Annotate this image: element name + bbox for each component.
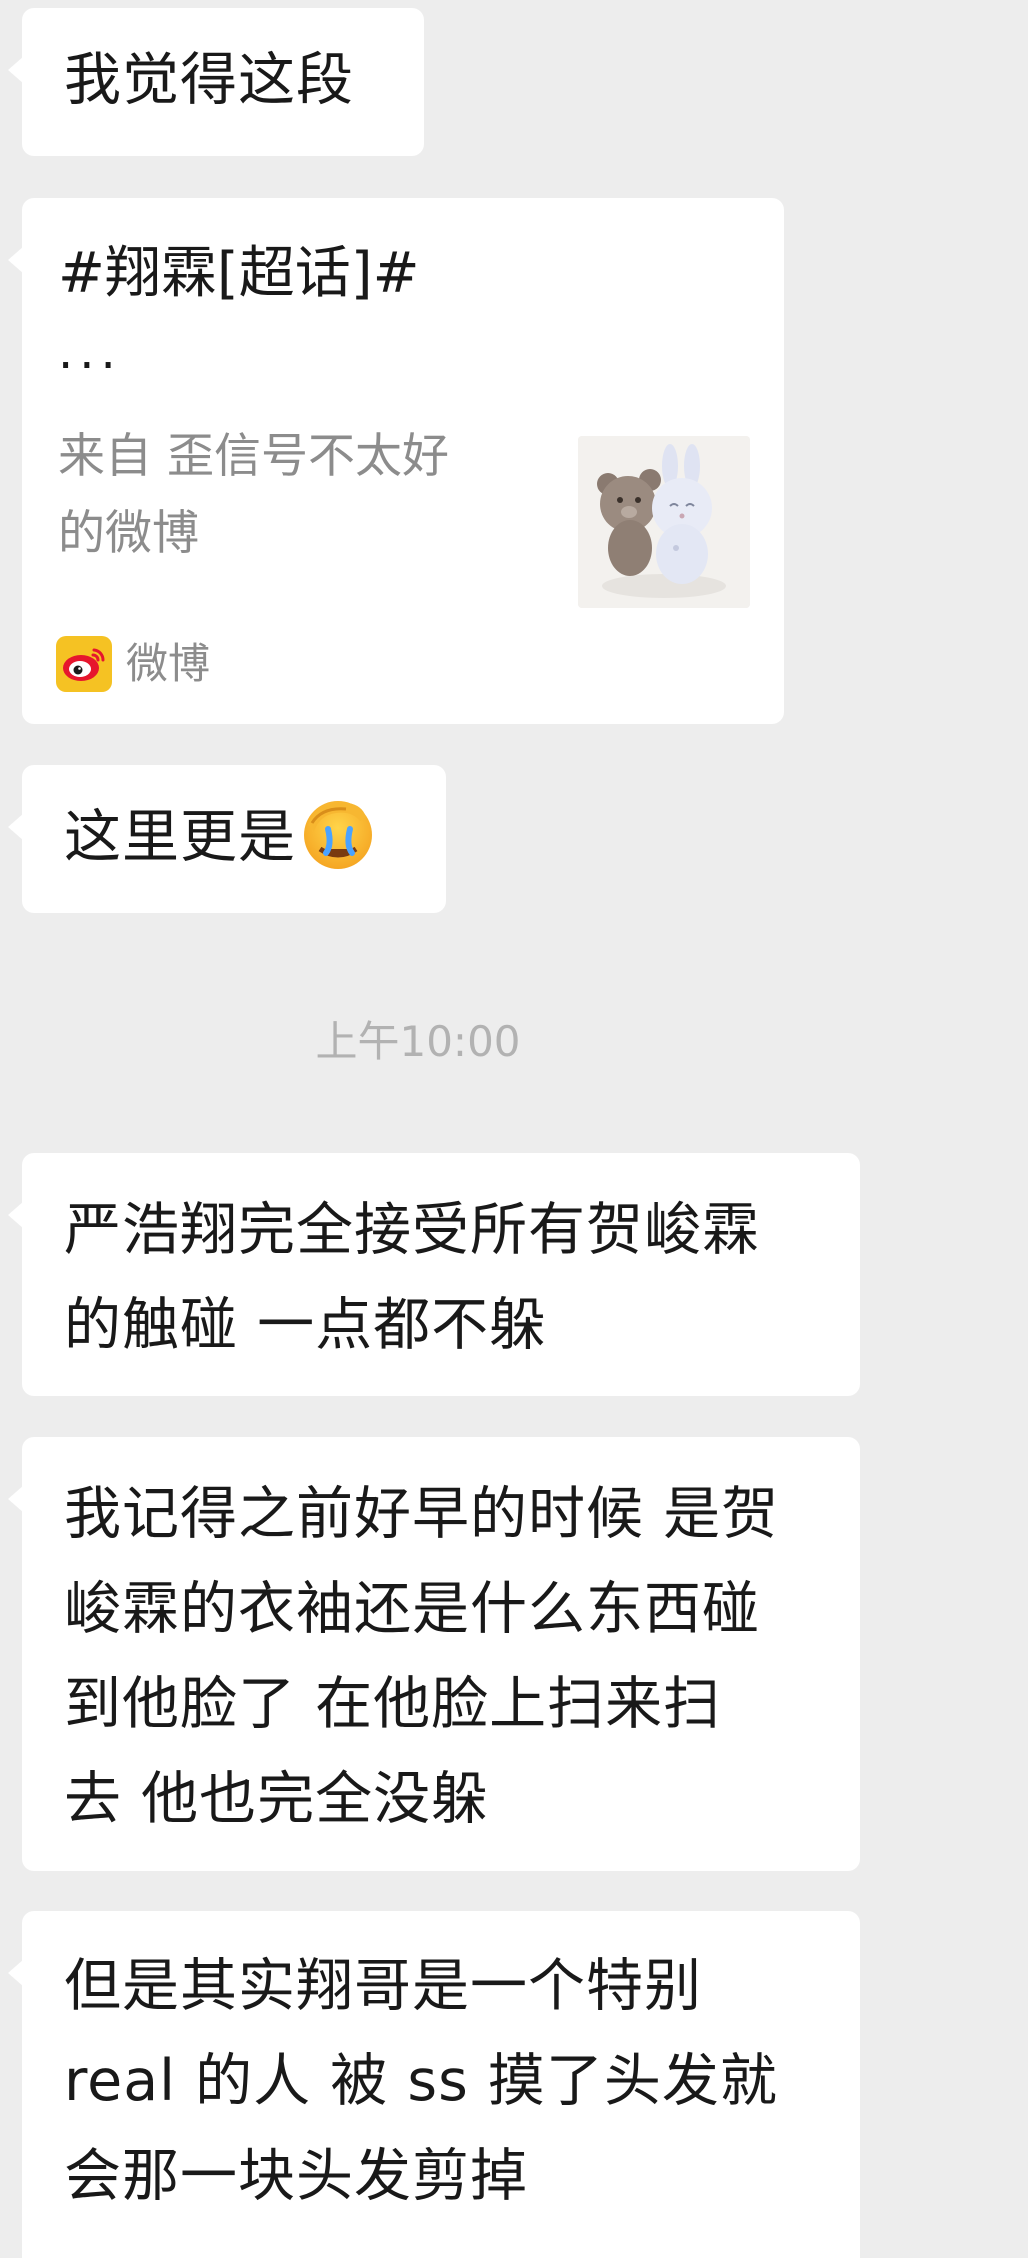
message-text: 这里更是 bbox=[64, 790, 402, 885]
message-line: real 的人 被 ss 摸了头发就 bbox=[64, 2048, 778, 2114]
message-bubble[interactable]: 严浩翔完全接受所有贺峻霖 的触碰 一点都不躲 bbox=[8, 1153, 860, 1396]
message-line: 我记得之前好早的时候 是贺 bbox=[64, 1481, 780, 1547]
card-source: 来自 歪信号不太好 的微博 bbox=[58, 418, 518, 572]
message-bubble[interactable]: 我觉得这段 bbox=[8, 8, 424, 156]
card-app-label: 微博 bbox=[126, 639, 211, 688]
message-line: 但是其实翔哥是一个特别 bbox=[64, 1953, 702, 2019]
message-bubble[interactable]: 我记得之前好早的时候 是贺 峻霖的衣袖还是什么东西碰 到他脸了 在他脸上扫来扫 … bbox=[8, 1437, 860, 1871]
message-bubble[interactable]: 但是其实翔哥是一个特别 real 的人 被 ss 摸了头发就 会那一块头发剪掉 bbox=[8, 1911, 860, 2258]
face-palm-crying-emoji-icon bbox=[298, 795, 376, 873]
message-text-part: 这里更是 bbox=[64, 804, 296, 870]
message-bubble[interactable]: 这里更是 bbox=[8, 765, 446, 913]
message-line: 严浩翔完全接受所有贺峻霖 bbox=[64, 1197, 760, 1263]
message-line: 的触碰 一点都不躲 bbox=[64, 1292, 548, 1358]
bear-and-bunny-plush-thumbnail bbox=[578, 436, 750, 608]
weibo-logo-icon bbox=[56, 636, 112, 692]
card-source-line: 来自 歪信号不太好 bbox=[58, 429, 449, 484]
card-ellipsis: ... bbox=[58, 324, 122, 380]
card-footer: 微博 bbox=[56, 634, 210, 694]
card-title: #翔霖[超话]# bbox=[58, 241, 420, 306]
message-text: 我觉得这段 bbox=[64, 47, 354, 113]
message-line: 到他脸了 在他脸上扫来扫 bbox=[64, 1671, 722, 1737]
message-line: 峻霖的衣袖还是什么东西碰 bbox=[64, 1576, 760, 1642]
timestamp: 上午10:00 bbox=[315, 1017, 521, 1066]
card-source-line: 的微博 bbox=[58, 506, 199, 561]
message-line: 会那一块头发剪掉 bbox=[64, 2143, 528, 2209]
message-line: 去 他也完全没躲 bbox=[64, 1766, 490, 1832]
weibo-share-card[interactable]: #翔霖[超话]# ... 来自 歪信号不太好 的微博 微博 bbox=[8, 198, 784, 724]
